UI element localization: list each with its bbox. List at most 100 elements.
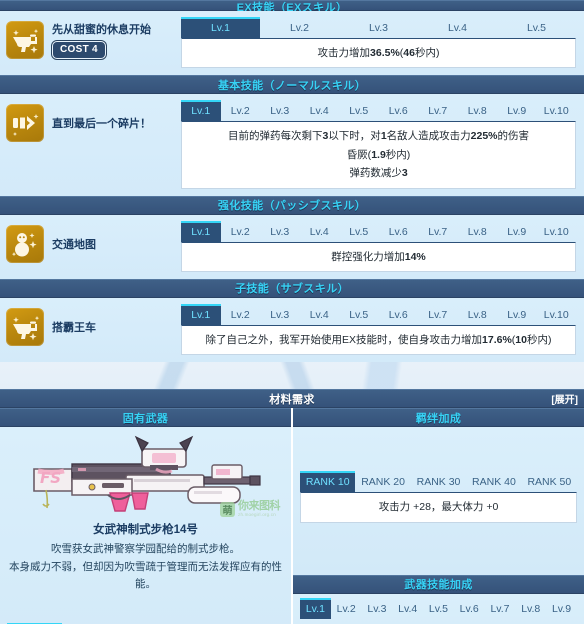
rank-tab[interactable]: RANK 10	[300, 471, 356, 493]
level-tab[interactable]: Lv.1	[181, 100, 221, 122]
skill-row-normal: 直到最后一个碎片！ Lv.1 Lv.2 Lv.3 Lv.4 Lv.5 Lv.6 …	[0, 94, 584, 196]
level-tab[interactable]: Lv.2	[221, 304, 261, 325]
skill-levels-passive: Lv.1 Lv.2 Lv.3 Lv.4 Lv.5 Lv.6 Lv.7 Lv.8 …	[181, 220, 577, 272]
level-tab[interactable]: Lv.2	[260, 17, 339, 38]
skill-levels-ex: Lv.1 Lv.2 Lv.3 Lv.4 Lv.5 攻击力增加36.5%(46秒内…	[181, 17, 576, 69]
level-tab[interactable]: Lv.3	[260, 100, 300, 121]
expand-materials-link[interactable]: [展开]	[551, 391, 578, 406]
section-title: 基本技能（ノーマルスキル）	[217, 79, 367, 92]
level-tab[interactable]: Lv.5	[339, 100, 379, 121]
level-tab[interactable]: Lv.3	[362, 598, 393, 619]
description-line: 弹药数减少3	[349, 167, 408, 180]
bond-rank-tab-list: RANK 10 RANK 20 RANK 30 RANK 40 RANK 50	[300, 471, 577, 493]
level-tab[interactable]: Lv.6	[454, 598, 485, 619]
level-tab[interactable]: Lv.9	[497, 100, 537, 121]
level-tab[interactable]: Lv.4	[300, 304, 340, 325]
level-tab[interactable]: Lv.7	[418, 221, 458, 242]
weapon-skill-panel-header: 武器技能加成	[293, 574, 584, 594]
level-tab[interactable]: Lv.10	[537, 100, 577, 121]
right-panels: 羁绊加成 RANK 10 RANK 20 RANK 30 RANK 40 RAN…	[293, 408, 584, 624]
level-tab-list: Lv.1 Lv.2 Lv.3 Lv.4 Lv.5 Lv.6 Lv.7 Lv.8 …	[181, 100, 577, 122]
rank-tab[interactable]: RANK 50	[522, 471, 577, 492]
level-tab[interactable]: Lv.7	[418, 304, 458, 325]
level-tab[interactable]: Lv.3	[339, 17, 418, 38]
rank-tab[interactable]: RANK 40	[466, 471, 521, 492]
panel-title: 武器技能加成	[404, 579, 473, 592]
skill-name: 搭霸王车	[52, 321, 96, 334]
rank-tab[interactable]: RANK 30	[411, 471, 466, 492]
level-tab[interactable]: Lv.1	[181, 303, 221, 325]
level-tab[interactable]: Lv.9	[497, 221, 537, 242]
section-title: 材料需求	[269, 393, 315, 406]
description-line: 除了自己之外，我军开始使用EX技能时，使自身攻击力增加17.6%(10秒内)	[205, 333, 552, 346]
level-tab[interactable]: Lv.2	[331, 598, 362, 619]
level-tab[interactable]: Lv.8	[515, 598, 546, 619]
skill-description: 群控强化力增加14%	[181, 241, 576, 272]
weapon-panel-body: FS 萌 你来图科 zh.moegirl.org.cn 女武神制式步枪14号 吹…	[0, 427, 291, 624]
skill-identity: 搭霸王车	[6, 304, 181, 346]
level-tab[interactable]: Lv.6	[379, 221, 419, 242]
cost-badge: COST 4	[52, 41, 106, 59]
level-tab[interactable]: Lv.4	[418, 17, 497, 38]
level-tab[interactable]: Lv.8	[458, 304, 498, 325]
level-tab[interactable]: Lv.3	[260, 304, 300, 325]
bond-panel-body: RANK 10 RANK 20 RANK 30 RANK 40 RANK 50 …	[293, 427, 584, 575]
weapon-spacer	[7, 593, 284, 623]
skill-row-passive: 交通地图 Lv.1 Lv.2 Lv.3 Lv.4 Lv.5 Lv.6 Lv.7 …	[0, 214, 584, 279]
section-header-materials: 材料需求 [展开]	[0, 389, 584, 409]
level-tab[interactable]: Lv.10	[300, 619, 577, 624]
level-tab[interactable]: Lv.6	[379, 100, 419, 121]
level-tab[interactable]: Lv.10	[537, 221, 577, 242]
level-tab[interactable]: Lv.5	[423, 598, 454, 619]
level-tab[interactable]: Lv.8	[458, 100, 498, 121]
pistol-icon	[6, 21, 44, 59]
level-tab[interactable]: Lv.7	[418, 100, 458, 121]
skill-description: 除了自己之外，我军开始使用EX技能时，使自身攻击力增加17.6%(10秒内)	[181, 324, 576, 356]
level-tab[interactable]: Lv.10	[537, 304, 577, 325]
weapon-description: 吹雪获女武神警察学园配给的制式步枪。 本身威力不弱，但却因为吹雪疏于管理而无法发…	[7, 541, 284, 593]
weapon-panel: 固有武器 FS 萌 你来图科 zh.moegirl.org.cn 女武神制式步枪…	[0, 408, 291, 624]
level-tab[interactable]: Lv.7	[485, 598, 516, 619]
level-tab[interactable]: Lv.3	[260, 221, 300, 242]
weapon-skill-panel-body: Lv.1 Lv.2 Lv.3 Lv.4 Lv.5 Lv.6 Lv.7 Lv.8 …	[293, 593, 584, 624]
skill-identity: 直到最后一个碎片！	[6, 100, 181, 143]
svg-text:FS: FS	[40, 469, 61, 487]
level-tab[interactable]: Lv.4	[300, 100, 340, 121]
level-tab[interactable]: Lv.8	[458, 221, 498, 242]
level-tab-list: Lv.1 Lv.2 Lv.3 Lv.4 Lv.5 Lv.6 Lv.7 Lv.8 …	[181, 303, 577, 325]
level-tab[interactable]: Lv.1	[181, 220, 221, 242]
description-line: 本身威力不弱，但却因为吹雪疏于管理而无法发挥应有的性能。	[9, 560, 282, 590]
skill-row-sub: 搭霸王车 Lv.1 Lv.2 Lv.3 Lv.4 Lv.5 Lv.6 Lv.7 …	[0, 297, 584, 363]
level-tab[interactable]: Lv.5	[339, 304, 379, 325]
level-tab-list: Lv.1 Lv.2 Lv.3 Lv.4 Lv.5 Lv.6 Lv.7 Lv.8 …	[181, 220, 577, 242]
level-tab[interactable]: Lv.9	[546, 598, 577, 619]
pistol-sparkle-icon	[6, 307, 44, 346]
level-tab[interactable]: Lv.1	[300, 597, 331, 619]
level-tab[interactable]: Lv.4	[300, 221, 340, 242]
rank-tab[interactable]: RANK 20	[355, 471, 410, 492]
watermark-url: zh.moegirl.org.cn	[238, 511, 276, 517]
skill-description: 攻击力增加36.5%(46秒内)	[181, 38, 576, 69]
level-tab[interactable]: Lv.5	[339, 221, 379, 242]
background-art-strip	[0, 362, 584, 390]
skill-identity: 先从甜蜜的休息开始 COST 4	[6, 17, 181, 59]
level-tab[interactable]: Lv.2	[221, 100, 261, 121]
ammo-burst-icon	[6, 104, 44, 143]
site-watermark: 萌 你来图科 zh.moegirl.org.cn	[220, 499, 281, 518]
level-tab[interactable]: Lv.5	[497, 17, 576, 38]
skill-levels-normal: Lv.1 Lv.2 Lv.3 Lv.4 Lv.5 Lv.6 Lv.7 Lv.8 …	[181, 100, 577, 189]
skill-name: 交通地图	[52, 238, 96, 251]
level-tab[interactable]: Lv.6	[379, 304, 419, 325]
character-skill-page: EX技能（EXスキル） 先从甜蜜的休息开始 COST 4 Lv.1 Lv.2 L…	[0, 0, 584, 624]
watermark-text: 你来图科	[238, 499, 281, 512]
level-tab[interactable]: Lv.1	[181, 17, 260, 38]
level-tab[interactable]: Lv.9	[497, 304, 537, 325]
skill-row-ex: 先从甜蜜的休息开始 COST 4 Lv.1 Lv.2 Lv.3 Lv.4 Lv.…	[0, 11, 584, 76]
description-line: 目前的弹药每次剩下3以下时，对1名敌人造成攻击力225%的伤害	[227, 130, 530, 143]
snowman-icon	[6, 224, 44, 263]
level-tab[interactable]: Lv.2	[221, 221, 261, 242]
section-header-ex-skill: EX技能（EXスキル）	[0, 0, 584, 14]
level-tab[interactable]: Lv.4	[392, 598, 423, 619]
section-title: 强化技能（パッシブスキル）	[217, 200, 367, 212]
weapon-panel-header: 固有武器	[0, 408, 291, 428]
